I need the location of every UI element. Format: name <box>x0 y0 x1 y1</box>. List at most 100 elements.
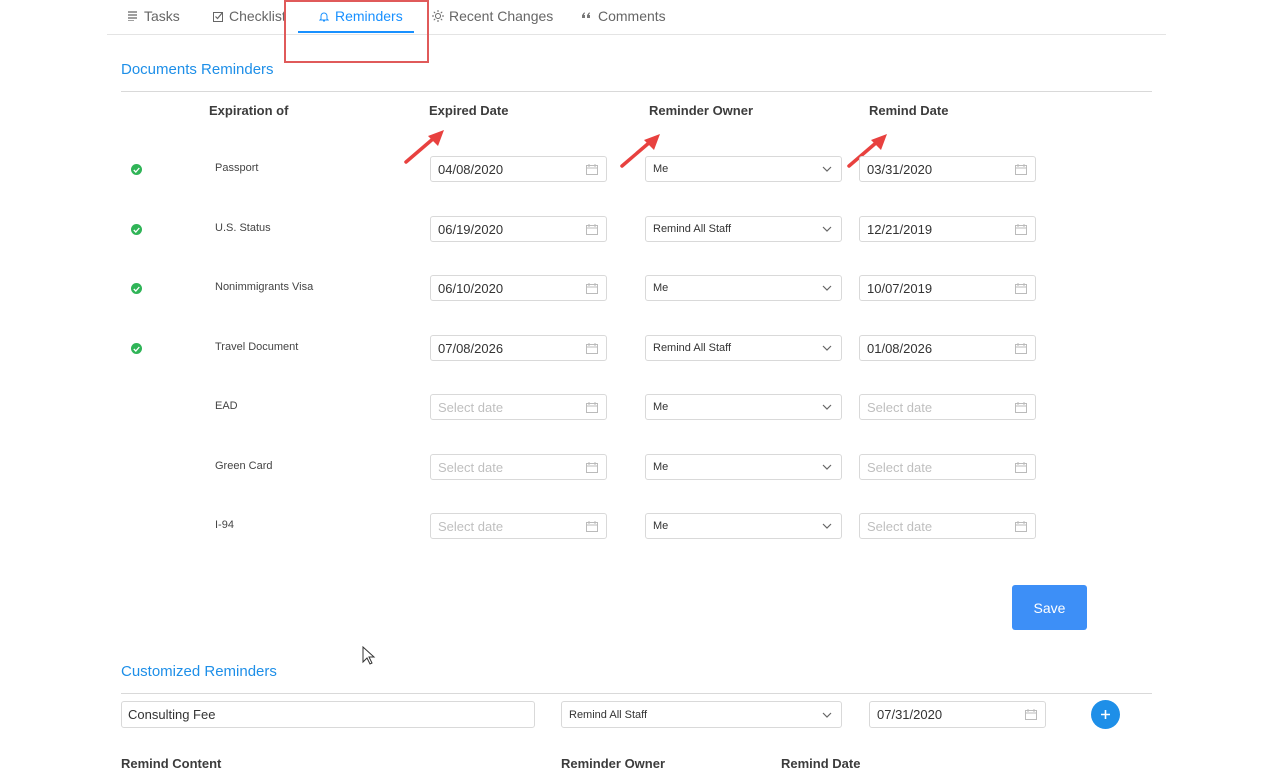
reminder-owner-select[interactable]: Me <box>645 156 842 182</box>
plus-icon <box>1101 710 1110 719</box>
remind-date-picker[interactable]: 03/31/2020 <box>859 156 1036 182</box>
quote-icon <box>581 10 593 22</box>
header-expired-date: Expired Date <box>429 103 509 118</box>
remind-date-picker[interactable]: Select date <box>859 513 1036 539</box>
tab-comments[interactable]: Comments <box>581 6 666 26</box>
calendar-icon <box>586 282 598 294</box>
calendar-icon <box>1015 520 1027 532</box>
chevron-down-icon <box>822 166 832 172</box>
calendar-icon <box>586 163 598 175</box>
remind-content-input[interactable]: Consulting Fee <box>121 701 535 728</box>
reminder-owner-select[interactable]: Me <box>645 513 842 539</box>
remind-date-value: 01/08/2026 <box>867 340 933 356</box>
remind-date-picker[interactable]: Select date <box>859 394 1036 420</box>
calendar-icon <box>586 461 598 473</box>
list-icon <box>127 10 139 22</box>
sun-icon <box>432 10 444 22</box>
expired-date-picker[interactable]: Select date <box>430 394 607 420</box>
remind-date-picker[interactable]: Select date <box>859 454 1036 480</box>
header-custom-remind-date: Remind Date <box>781 756 861 771</box>
tab-label: Recent Changes <box>449 8 554 24</box>
remind-content-value: Consulting Fee <box>128 707 216 722</box>
remind-date-picker[interactable]: 10/07/2019 <box>859 275 1036 301</box>
remind-date-picker[interactable]: 12/21/2019 <box>859 216 1036 242</box>
check-icon <box>131 343 142 354</box>
mouse-cursor-icon <box>362 646 376 665</box>
calendar-icon <box>1015 163 1027 175</box>
tab-tasks[interactable]: Tasks <box>127 6 180 26</box>
check-icon <box>131 164 142 175</box>
calendar-icon <box>586 520 598 532</box>
custom-owner-value: Remind All Staff <box>569 708 648 721</box>
reminder-owner-select[interactable]: Remind All Staff <box>645 216 842 242</box>
expired-date-value: Select date <box>438 459 504 475</box>
custom-remind-date-picker[interactable]: 07/31/2020 <box>869 701 1046 728</box>
calendar-icon <box>1015 282 1027 294</box>
reminder-owner-value: Remind All Staff <box>653 342 732 354</box>
section-divider <box>121 693 1152 694</box>
calendar-icon <box>586 223 598 235</box>
expired-date-picker[interactable]: Select date <box>430 513 607 539</box>
remind-date-picker[interactable]: 01/08/2026 <box>859 335 1036 361</box>
remind-date-value: 12/21/2019 <box>867 221 933 237</box>
expired-date-value: 04/08/2020 <box>438 161 504 177</box>
document-label: Nonimmigrants Visa <box>215 281 314 293</box>
reminder-owner-value: Me <box>653 461 669 473</box>
document-label: EAD <box>215 400 238 412</box>
reminder-owner-value: Me <box>653 282 669 294</box>
chevron-down-icon <box>822 712 832 718</box>
document-label: I-94 <box>215 519 234 531</box>
tab-recent-changes[interactable]: Recent Changes <box>432 6 553 26</box>
remind-date-value: Select date <box>867 399 933 415</box>
reminder-owner-select[interactable]: Me <box>645 394 842 420</box>
custom-remind-date-value: 07/31/2020 <box>877 707 943 722</box>
expired-date-picker[interactable]: 06/19/2020 <box>430 216 607 242</box>
header-remind-content: Remind Content <box>121 756 222 771</box>
expired-date-picker[interactable]: 04/08/2020 <box>430 156 607 182</box>
document-label: U.S. Status <box>215 222 271 234</box>
document-label: Passport <box>215 162 259 174</box>
expired-date-value: 06/10/2020 <box>438 280 504 296</box>
tab-checklist[interactable]: Checklist <box>212 6 286 26</box>
customized-reminders-title: Customized Reminders <box>121 663 277 680</box>
tab-label: Checklist <box>229 8 286 24</box>
expired-date-picker[interactable]: Select date <box>430 454 607 480</box>
reminder-owner-value: Me <box>653 401 669 413</box>
annotation-highlight-box <box>284 0 429 63</box>
document-label: Travel Document <box>215 341 299 353</box>
reminder-owner-select[interactable]: Me <box>645 275 842 301</box>
calendar-icon <box>1015 223 1027 235</box>
header-custom-reminder-owner: Reminder Owner <box>561 756 666 771</box>
section-divider <box>121 91 1152 92</box>
chevron-down-icon <box>822 226 832 232</box>
expired-date-value: 07/08/2026 <box>438 340 504 356</box>
header-reminder-owner: Reminder Owner <box>649 103 754 118</box>
reminder-owner-select[interactable]: Me <box>645 454 842 480</box>
tab-label: Comments <box>598 8 666 24</box>
calendar-icon <box>1015 342 1027 354</box>
add-reminder-button[interactable] <box>1091 700 1120 729</box>
custom-reminder-owner-select[interactable]: Remind All Staff <box>561 701 842 728</box>
document-label: Green Card <box>215 460 273 472</box>
save-button[interactable]: Save <box>1012 585 1087 630</box>
calendar-icon <box>1015 461 1027 473</box>
reminder-owner-value: Me <box>653 520 669 532</box>
expired-date-picker[interactable]: 06/10/2020 <box>430 275 607 301</box>
reminder-owner-select[interactable]: Remind All Staff <box>645 335 842 361</box>
header-remind-date: Remind Date <box>869 103 949 118</box>
calendar-icon <box>586 401 598 413</box>
expired-date-value: 06/19/2020 <box>438 221 504 237</box>
chevron-down-icon <box>822 285 832 291</box>
expired-date-picker[interactable]: 07/08/2026 <box>430 335 607 361</box>
reminder-owner-value: Remind All Staff <box>653 223 732 235</box>
expired-date-value: Select date <box>438 518 504 534</box>
documents-reminders-title: Documents Reminders <box>121 61 274 78</box>
remind-date-value: Select date <box>867 518 933 534</box>
chevron-down-icon <box>822 404 832 410</box>
calendar-icon <box>586 342 598 354</box>
check-icon <box>131 283 142 294</box>
chevron-down-icon <box>822 464 832 470</box>
chevron-down-icon <box>822 523 832 529</box>
remind-date-value: 03/31/2020 <box>867 161 933 177</box>
remind-date-value: Select date <box>867 459 933 475</box>
